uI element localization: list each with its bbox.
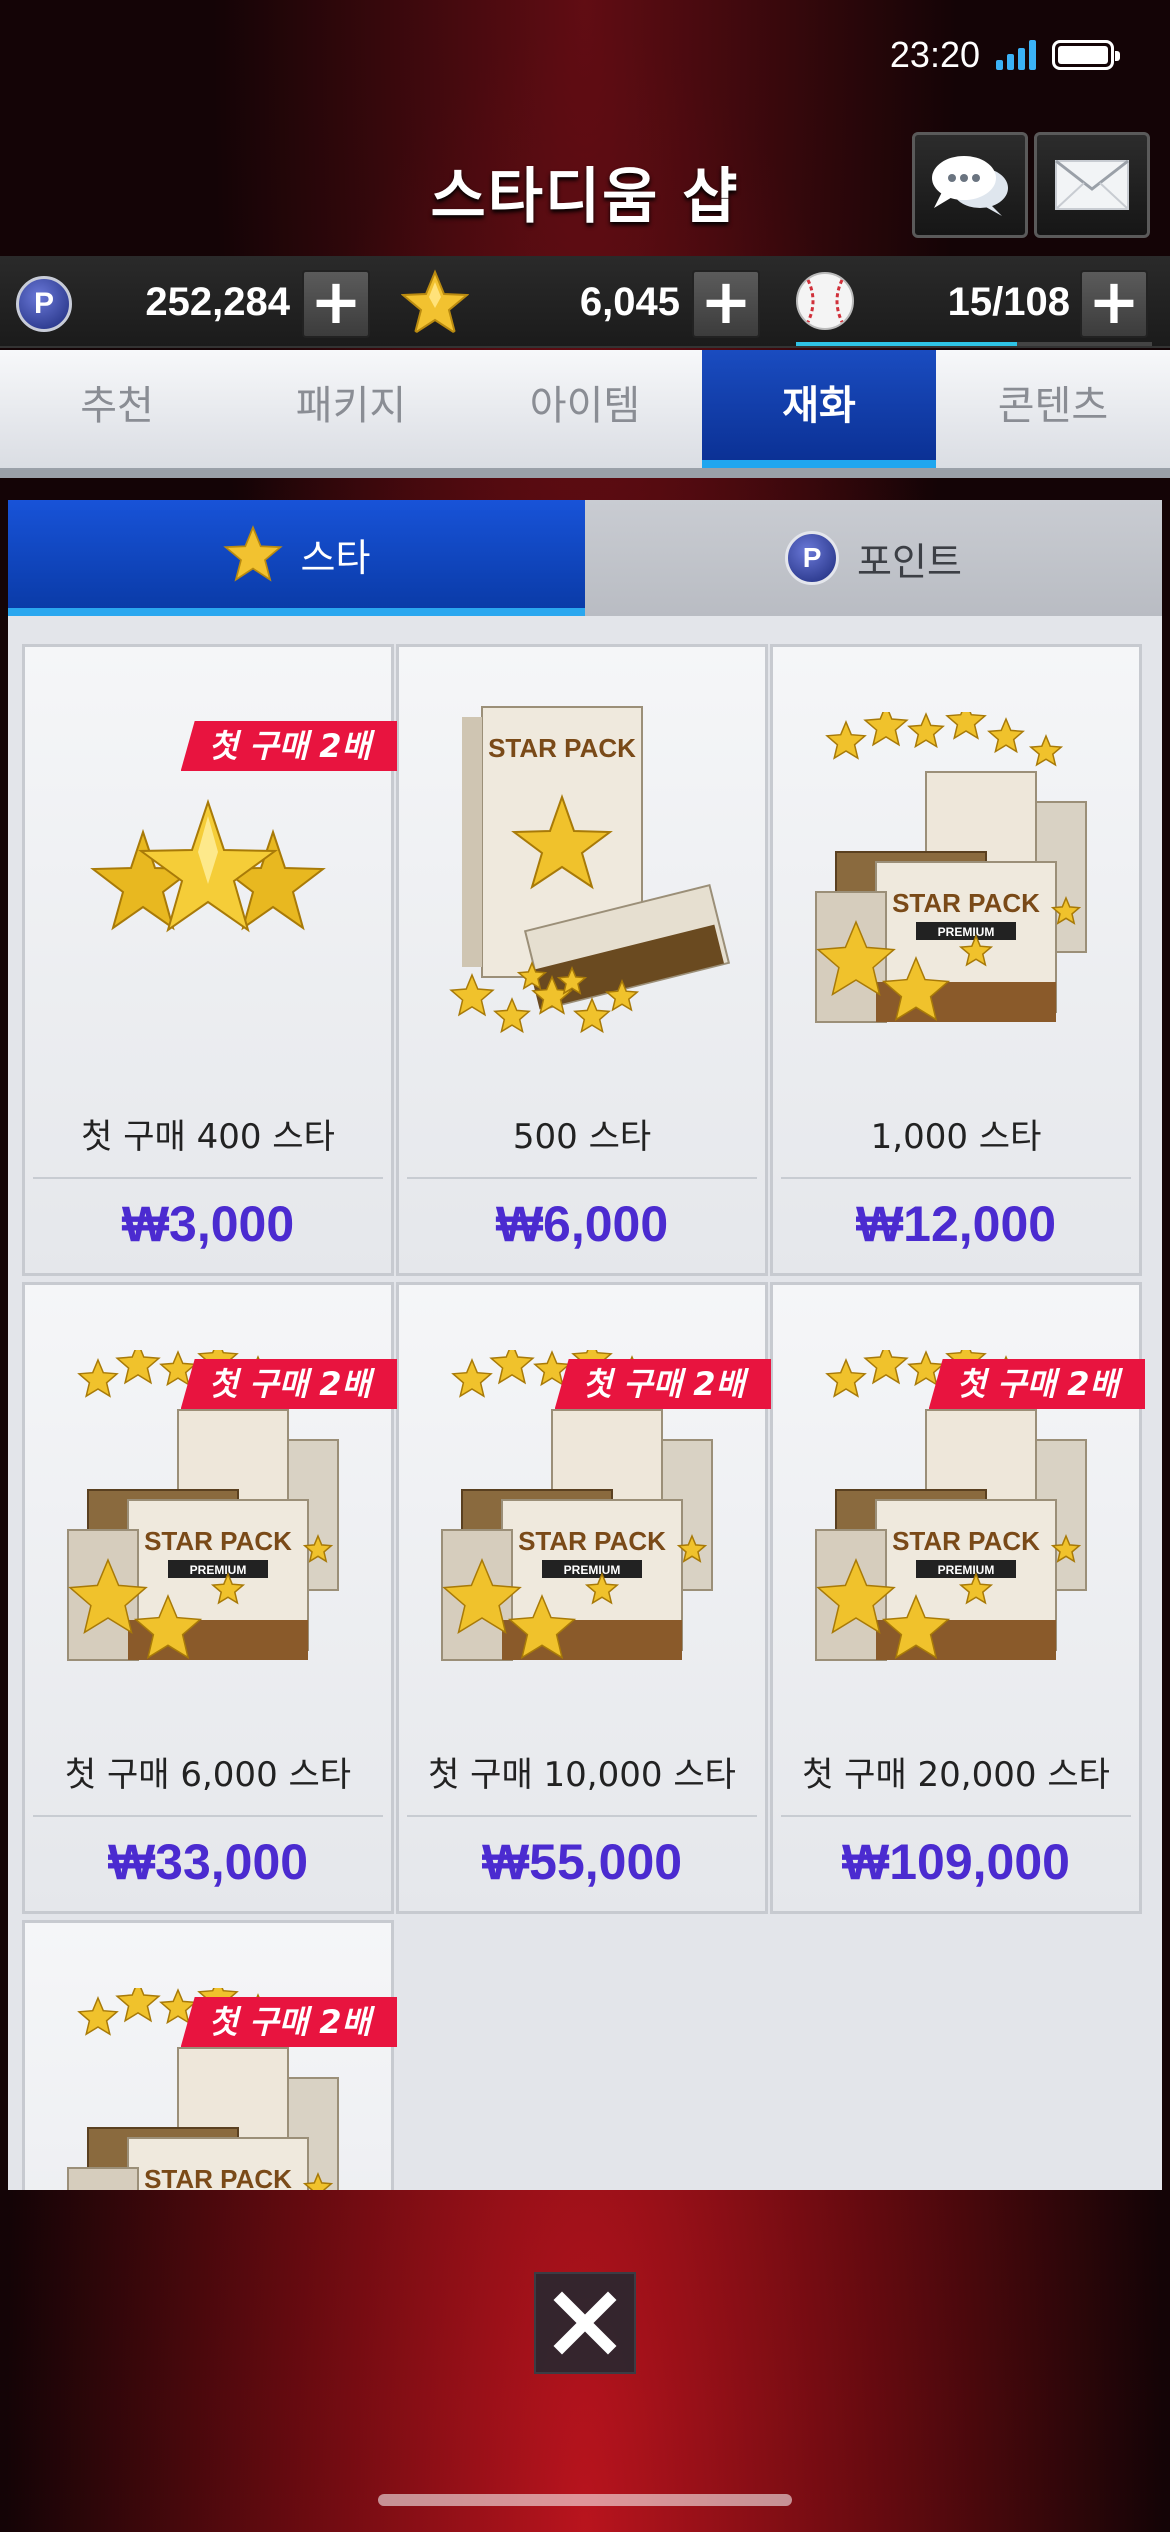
product-price: ₩55,000	[481, 1834, 683, 1890]
svg-text:STAR PACK: STAR PACK	[892, 1526, 1040, 1556]
currency-bar: P 252,284 + 6,045 + 15/108 +	[0, 256, 1170, 348]
close-icon	[553, 2291, 617, 2355]
close-button[interactable]	[534, 2272, 636, 2374]
card-divider	[33, 1177, 383, 1179]
status-time: 23:20	[889, 34, 980, 75]
product-name: 첫 구매 10,000 스타	[428, 1755, 736, 1795]
points-icon: P	[785, 531, 840, 585]
star-pack-box-icon: STAR PACK	[399, 687, 765, 1067]
points-icon: P	[16, 276, 72, 332]
product-card[interactable]: 첫 구매 2배 STAR PACK PREMIUM 첫 구매 10,000 스타 ₩55…	[396, 1282, 771, 1914]
home-indicator	[378, 2494, 792, 2506]
first-purchase-badge: 첫 구매 2배	[180, 721, 397, 771]
svg-text:PREMIUM: PREMIUM	[938, 925, 995, 939]
product-price: ₩12,000	[855, 1196, 1057, 1252]
star-icon	[222, 525, 283, 582]
svg-text:PREMIUM: PREMIUM	[564, 1563, 621, 1577]
product-card[interactable]: 첫 구매 2배STAR PACKPREMIUM	[22, 1920, 397, 2190]
product-card[interactable]: 첫 구매 2배 STAR PACK PREMIUM 첫 구매 20,000 스타 ₩10…	[770, 1282, 1145, 1914]
subtab-star-label: 스타	[300, 535, 371, 580]
svg-text:STAR PACK: STAR PACK	[488, 733, 636, 763]
star-pack-premium-icon: STAR PACK PREMIUM	[773, 687, 1139, 1067]
product-name: 500 스타	[512, 1117, 652, 1157]
tab-currency[interactable]: 재화	[702, 350, 936, 468]
product-name: 1,000 스타	[870, 1117, 1042, 1157]
svg-text:STAR PACK: STAR PACK	[144, 1526, 292, 1556]
first-purchase-badge: 첫 구매 2배	[180, 1997, 397, 2047]
first-purchase-badge: 첫 구매 2배	[554, 1359, 771, 1409]
card-divider	[407, 1815, 757, 1817]
tab-recommended[interactable]: 추천	[0, 350, 234, 468]
subtab-point-label: 포인트	[857, 539, 962, 584]
product-name: 첫 구매 6,000 스타	[64, 1755, 352, 1795]
tab-contents[interactable]: 콘텐츠	[936, 350, 1170, 468]
product-price: ₩6,000	[495, 1196, 669, 1252]
product-name: 첫 구매 20,000 스타	[802, 1755, 1110, 1795]
svg-text:STAR PACK: STAR PACK	[892, 888, 1040, 918]
signal-icon	[996, 40, 1036, 70]
add-stars-button[interactable]: +	[692, 270, 760, 338]
svg-text:STAR PACK: STAR PACK	[518, 1526, 666, 1556]
ticket-progress-fill	[796, 342, 1017, 346]
product-name: 첫 구매 400 스타	[81, 1117, 335, 1157]
envelope-icon	[1055, 159, 1129, 210]
product-card[interactable]: 첫 구매 2배첫 구매 400 스타 ₩3,000	[22, 644, 397, 1276]
status-bar: 23:20	[889, 30, 1120, 80]
chat-button[interactable]	[912, 132, 1028, 238]
svg-text:PREMIUM: PREMIUM	[190, 1563, 247, 1577]
main-tabs: 추천 패키지 아이템 재화 콘텐츠	[0, 350, 1170, 468]
product-price: ₩33,000	[107, 1834, 309, 1890]
tabs-divider	[0, 468, 1170, 478]
card-divider	[33, 1815, 383, 1817]
chat-bubbles-icon	[932, 156, 1008, 216]
card-divider	[781, 1177, 1131, 1179]
card-divider	[407, 1177, 757, 1179]
card-divider	[781, 1815, 1131, 1817]
baseball-icon	[796, 272, 854, 330]
ticket-progress-bar	[796, 342, 1152, 346]
product-card[interactable]: 첫 구매 2배 STAR PACK PREMIUM 첫 구매 6,000 스타 ₩33,…	[22, 1282, 397, 1914]
product-price: ₩3,000	[121, 1196, 295, 1252]
tab-package[interactable]: 패키지	[234, 350, 468, 468]
stars-value: 6,045	[579, 280, 680, 324]
mail-button[interactable]	[1034, 132, 1150, 238]
first-purchase-badge: 첫 구매 2배	[180, 1359, 397, 1409]
first-purchase-badge: 첫 구매 2배	[928, 1359, 1145, 1409]
star-icon	[400, 269, 470, 336]
add-tickets-button[interactable]: +	[1080, 270, 1148, 338]
product-card[interactable]: STAR PACK PREMIUM 1,000 스타 ₩12,000	[770, 644, 1142, 1276]
subtab-star[interactable]: 스타	[8, 500, 585, 616]
points-value: 252,284	[145, 280, 290, 324]
tab-item[interactable]: 아이템	[468, 350, 702, 468]
product-card[interactable]: STAR PACK 500 스타 ₩6,000	[396, 644, 768, 1276]
svg-text:STAR PACK: STAR PACK	[144, 2164, 292, 2190]
svg-text:PREMIUM: PREMIUM	[938, 1563, 995, 1577]
add-points-button[interactable]: +	[302, 270, 370, 338]
subtab-point[interactable]: P 포인트	[585, 500, 1162, 616]
sub-tabs: 스타 P 포인트	[8, 500, 1162, 616]
product-price: ₩109,000	[842, 1834, 1070, 1890]
tickets-value: 15/108	[947, 280, 1070, 324]
shop-panel: 스타 P 포인트 첫 구매 2배 첫 구매 400 스타 ₩3,000 STAR PA…	[8, 500, 1162, 2190]
points-icon-letter: P	[33, 287, 54, 320]
battery-icon	[1052, 40, 1120, 70]
